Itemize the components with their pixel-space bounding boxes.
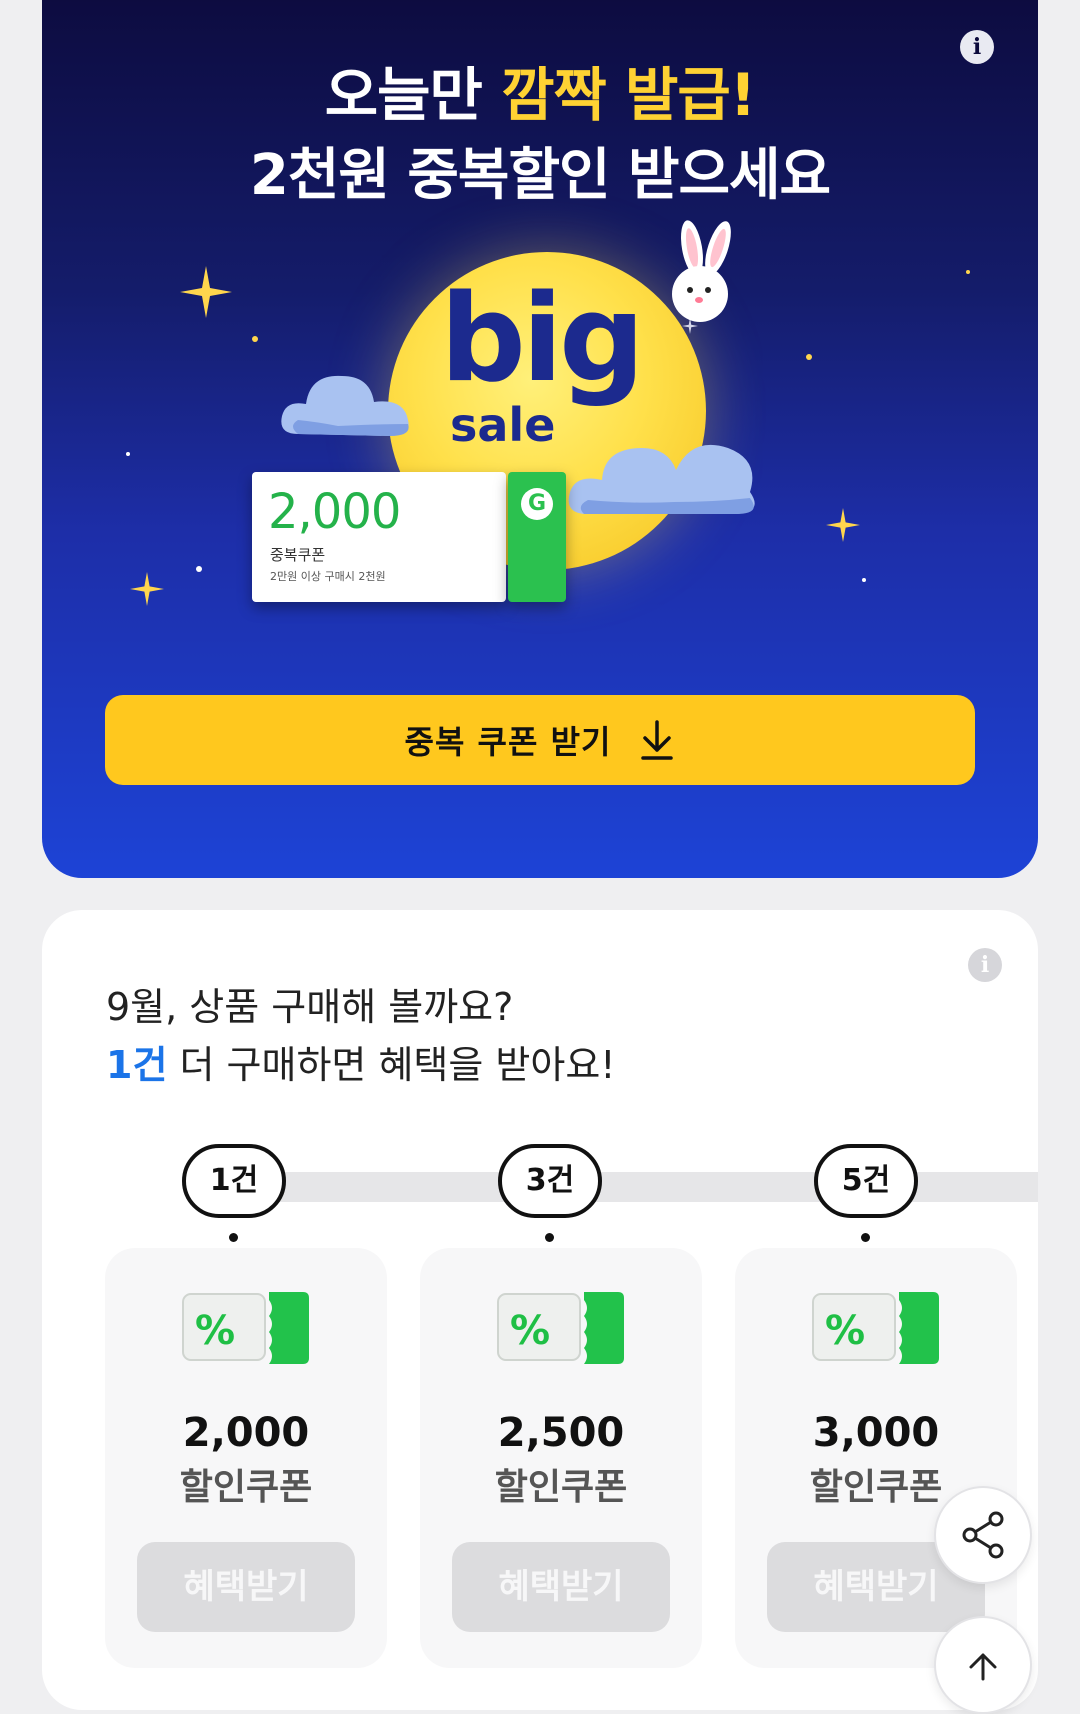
star-dot xyxy=(252,336,258,342)
big-sale-logo-sale: sale xyxy=(450,398,556,452)
svg-text:%: % xyxy=(825,1308,865,1354)
svg-text:%: % xyxy=(510,1308,550,1354)
share-button[interactable] xyxy=(934,1486,1032,1584)
progress-track xyxy=(242,1172,1038,1202)
tier-count-pill: 1건 xyxy=(182,1144,286,1218)
claim-benefit-button[interactable]: 혜택받기 xyxy=(452,1542,670,1632)
big-sale-logo-big: big xyxy=(440,270,645,409)
tier-amount: 2,000 xyxy=(182,1410,310,1456)
sparkle-icon xyxy=(826,508,860,542)
headline-highlight-yellow: 깜짝 발급! xyxy=(501,61,756,129)
get-coupon-label: 중복 쿠폰 받기 xyxy=(404,723,612,761)
promo-banner: i 오늘만 깜짝 발급! 2천원 중복할인 받으세요 big sale 2,00… xyxy=(42,0,1038,878)
tier-card: % 3,000 할인쿠폰 혜택받기 xyxy=(735,1248,1017,1668)
tier-marker-dot xyxy=(861,1233,870,1242)
coupon-amount: 2,000 xyxy=(268,484,401,540)
sparkle-icon xyxy=(130,572,164,606)
tier-amount: 3,000 xyxy=(812,1410,940,1456)
discount-coupon-icon: % xyxy=(497,1292,624,1364)
headline-highlight-white: 오늘만 xyxy=(324,61,483,129)
banner-headline-2: 2천원 중복할인 받으세요 xyxy=(249,143,831,208)
benefit-subtitle-rest: 더 구매하면 혜택을 받아요! xyxy=(167,1043,616,1087)
scroll-top-icon xyxy=(969,1653,997,1681)
g-logo-icon: G xyxy=(521,488,553,520)
remaining-count: 1건 xyxy=(106,1043,168,1087)
svg-text:%: % xyxy=(195,1308,235,1354)
tier-marker-dot xyxy=(229,1233,238,1242)
coupon-stub: G xyxy=(508,472,566,602)
star-dot xyxy=(966,270,970,274)
purchase-benefit-card: i 9월, 상품 구매해 볼까요? 1건 더 구매하면 혜택을 받아요! 1건 … xyxy=(42,910,1038,1710)
tier-count-pill: 5건 xyxy=(814,1144,918,1218)
tier-label: 할인쿠폰 xyxy=(494,1467,628,1508)
tier-count-pill: 3건 xyxy=(498,1144,602,1218)
tier-marker-dot xyxy=(545,1233,554,1242)
share-icon xyxy=(962,1511,1004,1559)
star-dot xyxy=(126,452,130,456)
banner-headline-1: 오늘만 깜짝 발급! xyxy=(42,48,1038,132)
star-dot xyxy=(196,566,202,572)
discount-coupon-icon: % xyxy=(812,1292,939,1364)
tier-amount: 2,500 xyxy=(497,1410,625,1456)
discount-coupon-icon: % xyxy=(182,1292,309,1364)
star-dot xyxy=(862,578,866,582)
benefit-title: 9월, 상품 구매해 볼까요? xyxy=(106,985,514,1029)
scroll-top-button[interactable] xyxy=(934,1616,1032,1714)
rabbit-icon xyxy=(672,220,731,322)
star-dot xyxy=(806,354,812,360)
cloud-icon xyxy=(281,375,409,436)
tier-label: 할인쿠폰 xyxy=(179,1467,313,1508)
benefit-subtitle: 1건 더 구매하면 혜택을 받아요! xyxy=(106,1034,616,1089)
cloud-icon xyxy=(568,444,755,514)
coupon-card: 2,000 중복쿠폰 2만원 이상 구매시 2천원 xyxy=(252,472,506,602)
benefit-info-icon[interactable]: i xyxy=(968,948,1002,982)
coupon-name: 중복쿠폰 xyxy=(270,546,326,564)
coupon-condition: 2만원 이상 구매시 2천원 xyxy=(270,570,386,583)
tier-card: % 2,000 할인쿠폰 혜택받기 xyxy=(105,1248,387,1668)
tier-card: % 2,500 할인쿠폰 혜택받기 xyxy=(420,1248,702,1668)
claim-benefit-button[interactable]: 혜택받기 xyxy=(137,1542,355,1632)
download-arrow-icon xyxy=(641,720,674,760)
get-coupon-button[interactable]: 중복 쿠폰 받기 xyxy=(105,695,975,785)
sparkle-icon xyxy=(180,266,232,318)
